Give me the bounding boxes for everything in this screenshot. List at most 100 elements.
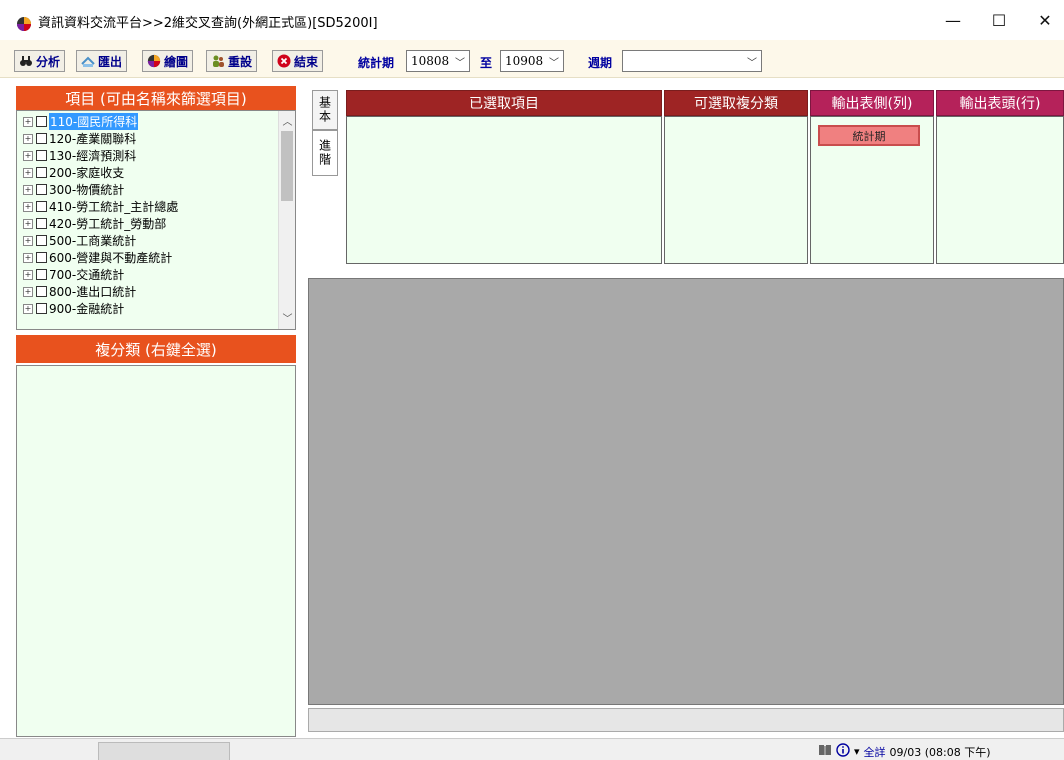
- expand-plus-icon[interactable]: +: [23, 303, 33, 314]
- expand-plus-icon[interactable]: +: [23, 116, 33, 127]
- tree-item[interactable]: +120-產業關聯科: [23, 132, 137, 146]
- tree-item[interactable]: +800-進出口統計: [23, 285, 137, 299]
- expand-plus-icon[interactable]: +: [23, 286, 33, 297]
- tree-item[interactable]: +600-營建與不動產統計: [23, 251, 173, 265]
- tree-item[interactable]: +200-家庭收支: [23, 166, 125, 180]
- tree-item-label: 800-進出口統計: [49, 285, 137, 299]
- status-bar: ▾ 全詳 09/03 (08:08 下午): [0, 738, 1064, 760]
- analyze-label: 分析: [36, 54, 61, 69]
- multi-class-header: 複分類 (右鍵全選): [16, 335, 296, 363]
- selected-items-list[interactable]: [346, 116, 662, 264]
- info-icon[interactable]: [836, 743, 850, 760]
- item-checkbox[interactable]: [36, 218, 47, 229]
- toolbar: 分析 匯出 繪圖 重設 結束 統計期 10808 ﹀ 至 10908 ﹀ 週期 …: [0, 40, 1064, 78]
- tree-item[interactable]: +110-國民所得科: [23, 113, 139, 130]
- reset-button[interactable]: 重設: [206, 50, 258, 72]
- item-checkbox[interactable]: [36, 252, 47, 263]
- tab-advanced[interactable]: 進階: [312, 130, 338, 176]
- app-logo-icon: [17, 17, 31, 31]
- item-checkbox[interactable]: [36, 150, 47, 161]
- tree-item[interactable]: +500-工商業統計: [23, 234, 136, 248]
- item-checkbox[interactable]: [36, 303, 47, 314]
- item-tree[interactable]: +110-國民所得科 +120-產業關聯科 +130-經濟預測科 +200-家庭收支 +…: [16, 110, 296, 330]
- window-title: 資訊資料交流平台>>2維交叉查詢(外網正式區)[SD5200I]: [38, 16, 378, 31]
- chevron-up-icon[interactable]: ︿: [279, 113, 295, 130]
- result-area: [308, 278, 1064, 705]
- expand-plus-icon[interactable]: +: [23, 150, 33, 161]
- tree-item[interactable]: +700-交通統計: [23, 268, 125, 282]
- cycle-select[interactable]: ﹀: [622, 50, 762, 72]
- expand-plus-icon[interactable]: +: [23, 184, 33, 195]
- item-checkbox[interactable]: [36, 116, 47, 127]
- export-button[interactable]: 匯出: [76, 50, 128, 72]
- period-label: 統計期: [358, 56, 395, 70]
- export-label: 匯出: [98, 54, 123, 69]
- expand-plus-icon[interactable]: +: [23, 269, 33, 280]
- status-panel: [98, 742, 230, 760]
- title-bar: 資訊資料交流平台>>2維交叉查詢(外網正式區)[SD5200I] — ☐ ✕: [0, 0, 1064, 40]
- period-to-value: 10908: [505, 54, 544, 68]
- tree-item-label: 410-勞工統計_主計總處: [49, 200, 179, 214]
- tree-item-label: 120-產業關聯科: [49, 132, 137, 146]
- chevron-down-icon: ﹀: [747, 58, 757, 69]
- tree-item-label: 900-金融統計: [49, 302, 125, 316]
- tree-item-label: 420-勞工統計_勞動部: [49, 217, 167, 231]
- book-icon: [818, 744, 832, 759]
- export-icon: [81, 54, 95, 68]
- item-checkbox[interactable]: [36, 235, 47, 246]
- output-col-list[interactable]: [936, 116, 1064, 264]
- scroll-thumb[interactable]: [281, 131, 293, 201]
- item-checkbox[interactable]: [36, 201, 47, 212]
- tree-item-label: 700-交通統計: [49, 268, 125, 282]
- maximize-button[interactable]: ☐: [976, 0, 1022, 40]
- expand-plus-icon[interactable]: +: [23, 252, 33, 263]
- minimize-button[interactable]: —: [930, 0, 976, 40]
- output-col-header: 輸出表頭(行): [936, 90, 1064, 116]
- binoculars-icon: [19, 54, 33, 68]
- chevron-down-icon: ﹀: [455, 58, 465, 69]
- item-checkbox[interactable]: [36, 167, 47, 178]
- analyze-button[interactable]: 分析: [14, 50, 66, 72]
- close-button[interactable]: ✕: [1022, 0, 1064, 40]
- tree-item-label: 600-營建與不動產統計: [49, 251, 173, 265]
- item-checkbox[interactable]: [36, 184, 47, 195]
- tab-advanced-label: 進階: [317, 139, 332, 167]
- tree-vertical-scrollbar[interactable]: ︿ ﹀: [278, 111, 295, 329]
- item-checkbox[interactable]: [36, 269, 47, 280]
- cycle-label: 週期: [588, 56, 613, 70]
- status-datetime: 09/03 (08:08 下午): [889, 745, 991, 759]
- tree-item[interactable]: +130-經濟預測科: [23, 149, 137, 163]
- tree-item-label: 130-經濟預測科: [49, 149, 137, 163]
- tree-item[interactable]: +410-勞工統計_主計總處: [23, 200, 179, 214]
- expand-plus-icon[interactable]: +: [23, 201, 33, 212]
- tab-basic[interactable]: 基本: [312, 90, 338, 130]
- tree-item[interactable]: +420-勞工統計_勞動部: [23, 217, 167, 231]
- chart-logo-icon: [147, 54, 161, 68]
- reset-label: 重設: [228, 54, 253, 69]
- expand-plus-icon[interactable]: +: [23, 235, 33, 246]
- tree-item[interactable]: +900-金融統計: [23, 302, 125, 316]
- expand-plus-icon[interactable]: +: [23, 133, 33, 144]
- exit-button[interactable]: 結束: [272, 50, 324, 72]
- period-chip[interactable]: 統計期: [818, 125, 920, 146]
- chevron-down-icon[interactable]: ﹀: [279, 310, 295, 327]
- tree-item-label: 300-物價統計: [49, 183, 125, 197]
- draw-chart-button[interactable]: 繪圖: [142, 50, 194, 72]
- item-checkbox[interactable]: [36, 133, 47, 144]
- available-classes-list[interactable]: [664, 116, 808, 264]
- dropdown-caret-icon[interactable]: ▾: [854, 745, 860, 758]
- to-label: 至: [480, 56, 493, 70]
- horizontal-scrollbar[interactable]: [308, 708, 1064, 732]
- output-row-header: 輸出表側(列): [810, 90, 934, 116]
- tree-item[interactable]: +300-物價統計: [23, 183, 125, 197]
- expand-plus-icon[interactable]: +: [23, 167, 33, 178]
- tab-basic-label: 基本: [317, 96, 332, 124]
- multi-class-list[interactable]: [16, 365, 296, 737]
- expand-plus-icon[interactable]: +: [23, 218, 33, 229]
- period-from-select[interactable]: 10808 ﹀: [406, 50, 470, 72]
- chevron-down-icon: ﹀: [549, 58, 559, 69]
- tree-item-label: 200-家庭收支: [49, 166, 125, 180]
- reset-people-icon: [211, 54, 225, 68]
- item-checkbox[interactable]: [36, 286, 47, 297]
- period-to-select[interactable]: 10908 ﹀: [500, 50, 564, 72]
